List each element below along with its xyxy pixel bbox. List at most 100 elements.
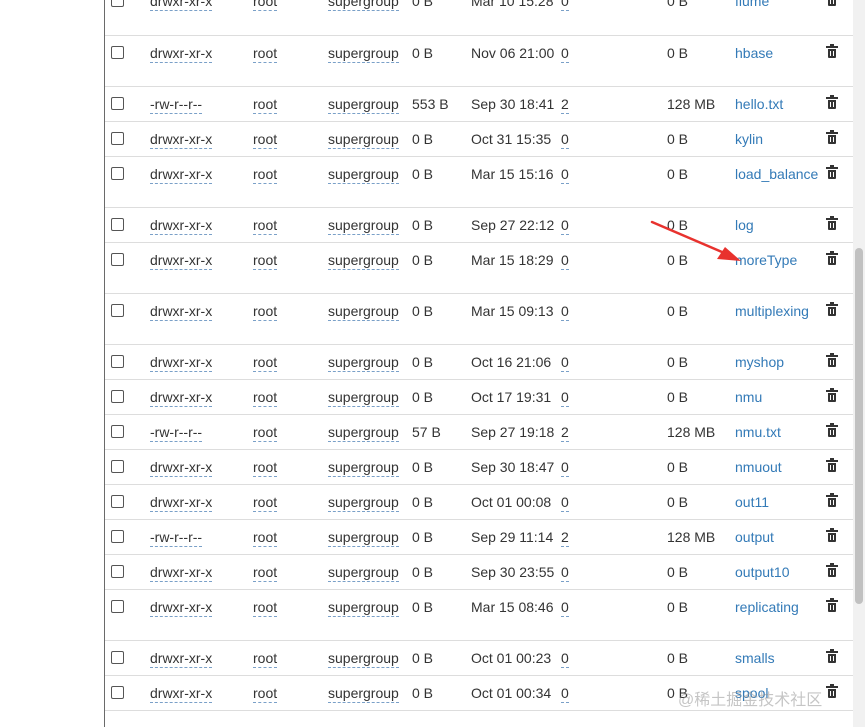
row-checkbox[interactable]: [111, 424, 124, 438]
permission[interactable]: drwxr-xr-x: [150, 684, 213, 703]
replication[interactable]: 0: [561, 563, 569, 582]
trash-icon[interactable]: [826, 422, 838, 437]
file-name-link[interactable]: nmu: [735, 389, 762, 405]
trash-icon[interactable]: [826, 352, 838, 367]
group[interactable]: supergroup: [328, 423, 399, 442]
permission[interactable]: drwxr-xr-x: [150, 251, 213, 270]
trash-icon[interactable]: [826, 492, 838, 507]
file-name-link[interactable]: out11: [735, 494, 769, 510]
replication[interactable]: 0: [561, 598, 569, 617]
permission[interactable]: drwxr-xr-x: [150, 388, 213, 407]
row-checkbox[interactable]: [111, 45, 124, 59]
group[interactable]: supergroup: [328, 302, 399, 321]
file-name-link[interactable]: smalls: [735, 650, 775, 666]
group[interactable]: supergroup: [328, 0, 399, 11]
permission[interactable]: drwxr-xr-x: [150, 216, 213, 235]
owner[interactable]: root: [253, 423, 278, 442]
replication[interactable]: 0: [561, 44, 569, 63]
group[interactable]: supergroup: [328, 388, 399, 407]
row-checkbox[interactable]: [111, 217, 124, 231]
owner[interactable]: root: [253, 493, 278, 512]
row-checkbox[interactable]: [111, 389, 124, 403]
owner[interactable]: root: [253, 95, 278, 114]
file-name-link[interactable]: load_balance: [735, 166, 818, 182]
group[interactable]: supergroup: [328, 684, 399, 703]
group[interactable]: supergroup: [328, 165, 399, 184]
replication[interactable]: 0: [561, 353, 569, 372]
permission[interactable]: drwxr-xr-x: [150, 563, 213, 582]
trash-icon[interactable]: [827, 0, 837, 6]
trash-icon[interactable]: [826, 648, 838, 663]
replication[interactable]: 0: [561, 0, 569, 11]
owner[interactable]: root: [253, 353, 278, 372]
file-name-link[interactable]: flume: [735, 0, 769, 9]
owner[interactable]: root: [253, 130, 278, 149]
replication[interactable]: 0: [561, 216, 569, 235]
trash-icon[interactable]: [826, 215, 838, 230]
replication[interactable]: 0: [561, 388, 569, 407]
row-checkbox[interactable]: [111, 131, 124, 145]
owner[interactable]: root: [253, 458, 278, 477]
replication[interactable]: 0: [561, 251, 569, 270]
file-name-link[interactable]: output: [735, 529, 774, 545]
trash-icon[interactable]: [826, 683, 838, 698]
owner[interactable]: root: [253, 302, 278, 321]
owner[interactable]: root: [253, 251, 278, 270]
owner[interactable]: root: [253, 388, 278, 407]
trash-icon[interactable]: [826, 597, 838, 612]
trash-icon[interactable]: [826, 457, 838, 472]
group[interactable]: supergroup: [328, 528, 399, 547]
owner[interactable]: root: [253, 165, 278, 184]
group[interactable]: supergroup: [328, 458, 399, 477]
permission[interactable]: drwxr-xr-x: [150, 458, 213, 477]
scrollbar-thumb[interactable]: [855, 248, 863, 604]
replication[interactable]: 0: [561, 302, 569, 321]
replication[interactable]: 0: [561, 165, 569, 184]
trash-icon[interactable]: [826, 43, 838, 58]
row-checkbox[interactable]: [111, 252, 124, 266]
group[interactable]: supergroup: [328, 353, 399, 372]
row-checkbox[interactable]: [111, 0, 124, 7]
permission[interactable]: drwxr-xr-x: [150, 44, 213, 63]
replication[interactable]: 2: [561, 528, 569, 547]
group[interactable]: supergroup: [328, 44, 399, 63]
permission[interactable]: drwxr-xr-x: [150, 598, 213, 617]
trash-icon[interactable]: [826, 387, 838, 402]
row-checkbox[interactable]: [111, 494, 124, 508]
owner[interactable]: root: [253, 649, 278, 668]
file-name-link[interactable]: replicating: [735, 599, 799, 615]
row-checkbox[interactable]: [111, 529, 124, 543]
file-name-link[interactable]: nmuout: [735, 459, 782, 475]
file-name-link[interactable]: nmu.txt: [735, 424, 781, 440]
row-checkbox[interactable]: [111, 650, 124, 664]
file-name-link[interactable]: kylin: [735, 131, 763, 147]
owner[interactable]: root: [253, 0, 278, 11]
permission[interactable]: drwxr-xr-x: [150, 130, 213, 149]
permission[interactable]: drwxr-xr-x: [150, 302, 213, 321]
replication[interactable]: 0: [561, 458, 569, 477]
owner[interactable]: root: [253, 528, 278, 547]
group[interactable]: supergroup: [328, 598, 399, 617]
file-name-link[interactable]: multiplexing: [735, 303, 809, 319]
permission[interactable]: -rw-r--r--: [150, 423, 203, 442]
group[interactable]: supergroup: [328, 493, 399, 512]
replication[interactable]: 2: [561, 423, 569, 442]
trash-icon[interactable]: [826, 164, 838, 179]
trash-icon[interactable]: [826, 94, 838, 109]
trash-icon[interactable]: [826, 129, 838, 144]
row-checkbox[interactable]: [111, 564, 124, 578]
owner[interactable]: root: [253, 563, 278, 582]
replication[interactable]: 2: [561, 95, 569, 114]
owner[interactable]: root: [253, 44, 278, 63]
group[interactable]: supergroup: [328, 216, 399, 235]
group[interactable]: supergroup: [328, 649, 399, 668]
owner[interactable]: root: [253, 684, 278, 703]
trash-icon[interactable]: [826, 527, 838, 542]
group[interactable]: supergroup: [328, 563, 399, 582]
replication[interactable]: 0: [561, 684, 569, 703]
row-checkbox[interactable]: [111, 354, 124, 368]
owner[interactable]: root: [253, 598, 278, 617]
file-name-link[interactable]: hello.txt: [735, 96, 783, 112]
vertical-scrollbar[interactable]: [853, 0, 865, 727]
row-checkbox[interactable]: [111, 303, 124, 317]
